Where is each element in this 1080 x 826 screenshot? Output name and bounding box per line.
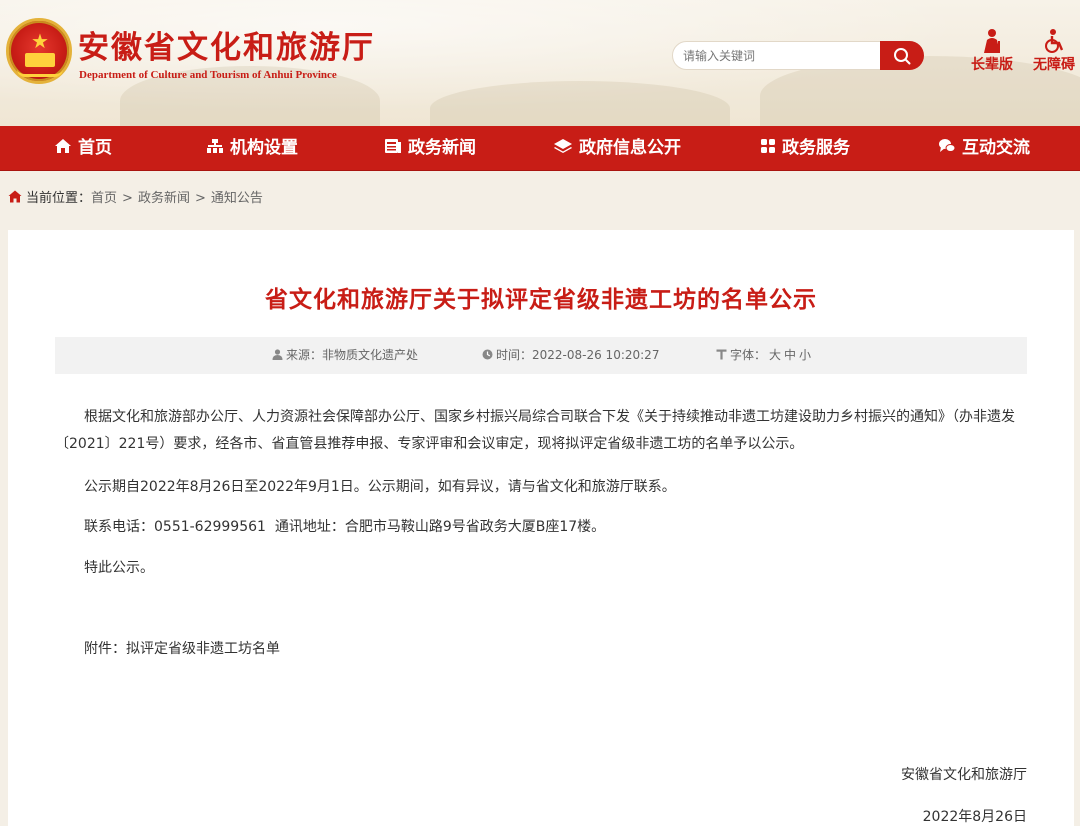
nav-item-label: 政务新闻 (408, 138, 476, 158)
nav-item-services[interactable]: 政务服务 (760, 126, 850, 171)
elder-mode-button[interactable]: 长辈版 (966, 28, 1018, 74)
article-paragraph: 联系电话：0551-62999561 通讯地址：合肥市马鞍山路9号省政务大厦B座… (84, 519, 606, 535)
breadcrumb-link-news[interactable]: 政务新闻 (138, 191, 190, 206)
nav-item-organization[interactable]: 机构设置 (206, 126, 298, 171)
elder-icon (984, 29, 1000, 53)
nav-item-label: 政府信息公开 (579, 138, 681, 158)
search-icon (894, 48, 911, 65)
elder-mode-label: 长辈版 (971, 57, 1013, 73)
home-icon (55, 139, 71, 153)
article-time: 时间：2022-08-26 10:20:27 (482, 337, 659, 374)
accessibility-label: 无障碍 (1033, 57, 1075, 73)
nav-item-home[interactable]: 首页 (54, 126, 112, 171)
main-nav: 首页 机构设置 政务新闻 政府信息公开 政务服务 互动交流 (0, 126, 1080, 171)
home-icon (8, 190, 22, 203)
article-source-text: 来源：非物质文化遗产处 (286, 348, 419, 362)
site-subtitle: Department of Culture and Tourism of Anh… (79, 69, 337, 81)
site-title[interactable]: 安徽省文化和旅游厅 (78, 22, 375, 67)
nav-item-news[interactable]: 政务新闻 (384, 126, 476, 171)
wheelchair-icon (1045, 29, 1064, 53)
nav-item-info-disclosure[interactable]: 政府信息公开 (553, 126, 681, 171)
nav-item-label: 互动交流 (962, 138, 1030, 158)
chat-icon (939, 139, 956, 152)
font-size-medium[interactable]: 中 (784, 348, 796, 362)
signoff-date: 2022年8月26日 (922, 809, 1027, 825)
font-size-label: 字体： (730, 348, 767, 362)
nav-item-label: 机构设置 (230, 138, 298, 158)
news-icon (385, 139, 401, 153)
search-button[interactable] (880, 41, 924, 70)
article-attachment[interactable]: 附件：拟评定省级非遗工坊名单 (55, 636, 1030, 663)
font-size-control: 字体：大中小 (716, 337, 811, 374)
article-source: 来源：非物质文化遗产处 (272, 337, 418, 374)
font-icon (716, 349, 727, 360)
breadcrumb-separator: > (194, 191, 206, 206)
grid-icon (761, 139, 775, 153)
user-icon (272, 349, 283, 360)
breadcrumb-label: 当前位置： (26, 191, 92, 206)
org-chart-icon (207, 139, 223, 153)
signoff-organization: 安徽省文化和旅游厅 (901, 767, 1027, 783)
clock-icon (482, 349, 493, 360)
article-container: 省文化和旅游厅关于拟评定省级非遗工坊的名单公示 来源：非物质文化遗产处 时间：2… (8, 230, 1074, 826)
article-meta-bar: 来源：非物质文化遗产处 时间：2022-08-26 10:20:27 字体：大中… (55, 337, 1027, 374)
breadcrumb-link-notices[interactable]: 通知公告 (211, 191, 263, 206)
layers-icon (554, 139, 572, 153)
font-size-small[interactable]: 小 (799, 348, 811, 362)
accessibility-button[interactable]: 无障碍 (1028, 28, 1080, 74)
breadcrumb: 当前位置：首页 > 政务新闻 > 通知公告 (8, 188, 263, 210)
font-size-large[interactable]: 大 (769, 348, 781, 362)
article-title: 省文化和旅游厅关于拟评定省级非遗工坊的名单公示 (265, 287, 817, 313)
national-emblem-icon[interactable]: ★ (6, 18, 72, 84)
article-paragraph: 特此公示。 (84, 560, 154, 576)
nav-item-label: 政务服务 (782, 138, 850, 158)
article-paragraph: 根据文化和旅游部办公厅、人力资源社会保障部办公厅、国家乡村振兴局综合司联合下发《… (55, 409, 1015, 452)
search-input[interactable] (683, 46, 873, 66)
breadcrumb-link-home[interactable]: 首页 (91, 191, 117, 206)
site-header: ★ 安徽省文化和旅游厅 Department of Culture and To… (0, 0, 1080, 126)
nav-item-label: 首页 (78, 138, 112, 158)
search-box (672, 41, 924, 70)
decor-mountain (430, 81, 730, 126)
breadcrumb-separator: > (122, 191, 133, 206)
article-paragraph: 公示期自2022年8月26日至2022年9月1日。公示期间，如有异议，请与省文化… (84, 479, 676, 495)
nav-item-interaction[interactable]: 互动交流 (938, 126, 1030, 171)
article-time-text: 时间：2022-08-26 10:20:27 (496, 348, 660, 362)
